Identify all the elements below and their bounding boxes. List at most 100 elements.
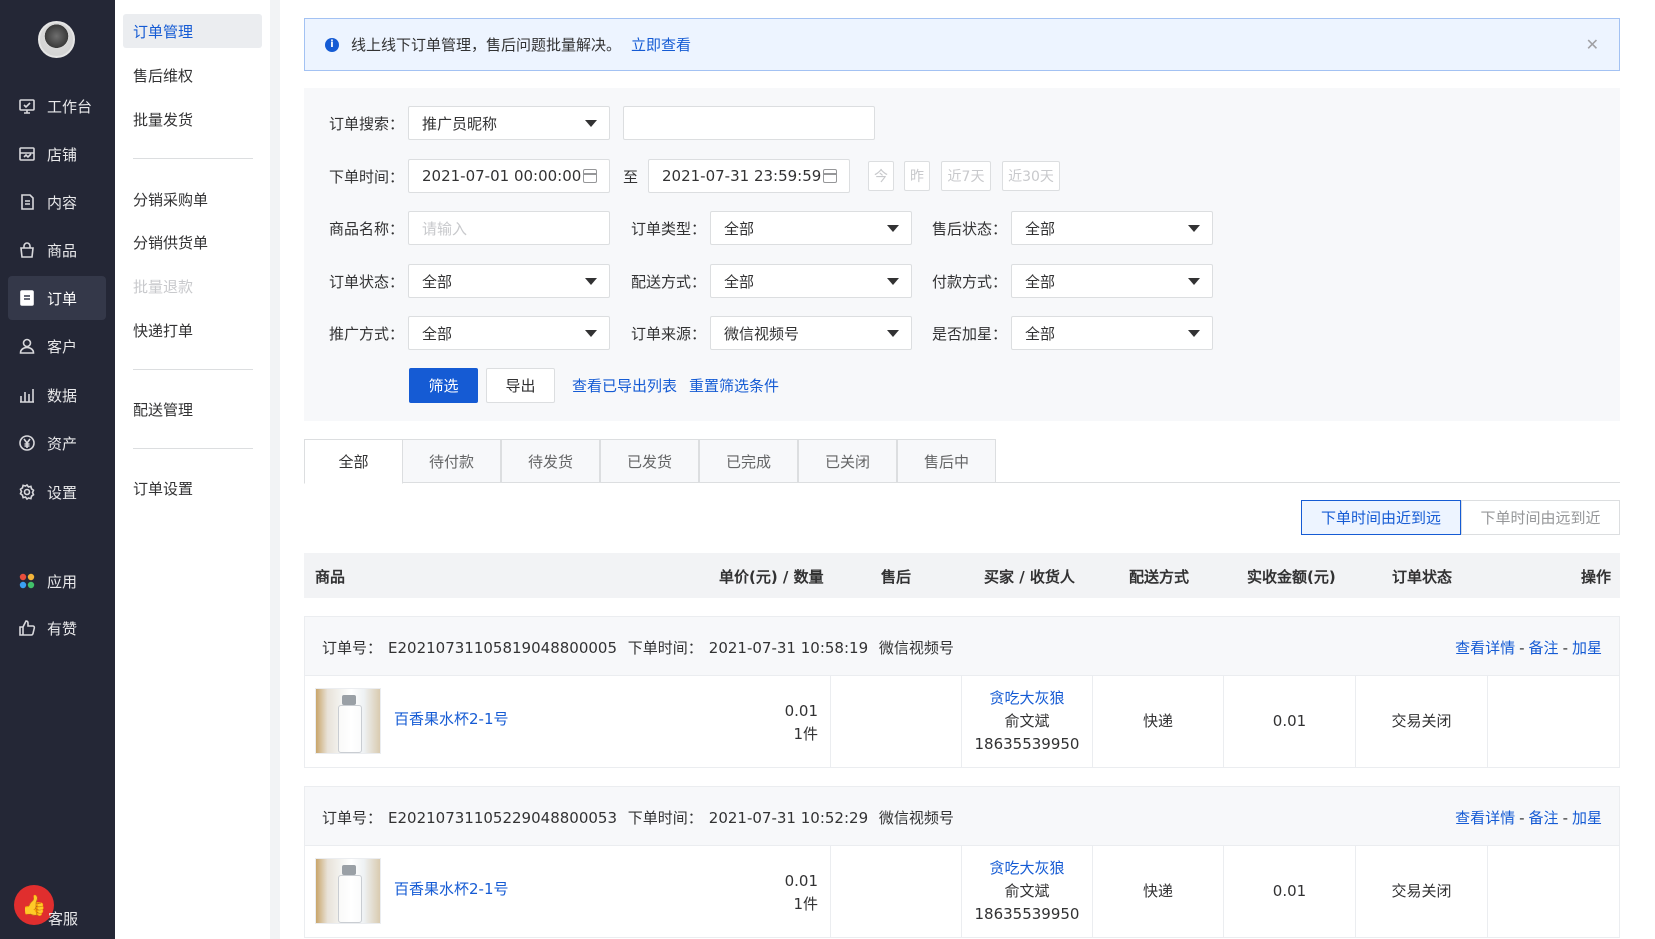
view-exported-link[interactable]: 查看已导出列表 [572,375,677,396]
order-source-select[interactable]: 微信视频号 [710,316,912,350]
export-button[interactable]: 导出 [486,368,555,403]
order-status: 交易关闭 [1391,712,1452,730]
order-type-label: 订单类型： [630,220,706,238]
submenu-batch-ship[interactable]: 批量发货 [123,102,262,136]
quick-yesterday-button[interactable]: 昨 [904,161,930,191]
submenu-distribution-purchase[interactable]: 分销采购单 [123,182,262,216]
separator: - [1562,639,1568,657]
quick-30days-button[interactable]: 近30天 [1002,161,1060,191]
buyer-name-link[interactable]: 贪吃大灰狼 [989,857,1064,880]
price-qty: 0.01 1件 [785,870,818,916]
separator: - [1519,639,1525,657]
reset-filter-link[interactable]: 重置筛选条件 [689,375,779,396]
aftersale-status-label: 售后状态： [931,220,1007,238]
nav-item-shop[interactable]: 店铺 [8,132,106,176]
notice-link[interactable]: 立即查看 [631,34,691,55]
star-link[interactable]: 加星 [1572,809,1602,827]
tab-closed[interactable]: 已关闭 [798,439,897,483]
submenu-distribution-supply[interactable]: 分销供货单 [123,225,262,259]
nav-item-workbench[interactable]: 工作台 [8,84,106,128]
star-link[interactable]: 加星 [1572,639,1602,657]
product-name-link[interactable]: 百香果水杯2-1号 [394,878,509,899]
nav-item-data[interactable]: 数据 [8,373,106,417]
sort-desc-button[interactable]: 下单时间由近到远 [1301,500,1461,535]
to-label: 至 [623,168,639,186]
nav-item-order[interactable]: 订单 [8,276,106,320]
nav-label: 店铺 [47,145,78,164]
goods-cell: 百香果水杯2-1号 0.01 1件 [305,846,830,937]
tab-shipped[interactable]: 已发货 [600,439,699,483]
order-row: 百香果水杯2-1号 0.01 1件 贪吃大灰狼 俞文斌 18635539950 … [305,846,1619,937]
order-status: 交易关闭 [1391,882,1452,900]
sort-asc-button[interactable]: 下单时间由远到近 [1461,500,1620,535]
submenu-express-print[interactable]: 快递打单 [123,313,262,347]
goods-name-placeholder: 请输入 [422,219,468,238]
quick-today-button[interactable]: 今 [868,161,894,191]
starred-select[interactable]: 全部 [1011,316,1213,350]
view-detail-link[interactable]: 查看详情 [1455,639,1515,657]
customer-icon [18,337,36,355]
pay-method-select[interactable]: 全部 [1011,264,1213,298]
goods-icon [18,241,36,259]
note-link[interactable]: 备注 [1529,639,1559,657]
select-value: 推广员昵称 [422,114,498,133]
delivery-cell: 快递 [1092,846,1223,937]
caret-down-icon [585,120,597,127]
promo-select[interactable]: 全部 [408,316,610,350]
nav-label: 订单 [47,289,78,308]
nav-item-asset[interactable]: 资产 [8,421,106,465]
nav-item-apps[interactable]: 应用 [8,559,106,603]
search-input[interactable] [623,106,875,140]
col-buyer: 买家 / 收货人 [984,568,1075,586]
settings-icon [18,483,36,501]
goods-name-input[interactable]: 请输入 [408,211,610,245]
select-value: 全部 [724,272,755,291]
quick-7days-button[interactable]: 近7天 [941,161,991,191]
note-link[interactable]: 备注 [1529,809,1559,827]
nav-item-youzan[interactable]: 有赞 [8,606,106,650]
nav-item-goods[interactable]: 商品 [8,228,106,272]
buyer-name-link[interactable]: 贪吃大灰狼 [989,687,1064,710]
table-header: 商品 单价(元) / 数量 售后 买家 / 收货人 配送方式 实收金额(元) 订… [304,553,1620,598]
promo-label: 推广方式： [328,325,404,343]
select-value: 全部 [1025,219,1056,238]
view-detail-link[interactable]: 查看详情 [1455,809,1515,827]
order-header: 订单号： E20210731105819048800005 下单时间： 2021-0… [305,617,1619,676]
order-source: 微信视频号 [878,809,954,827]
aftersale-status-select[interactable]: 全部 [1011,211,1213,245]
submenu-divider [133,158,253,159]
submenu-order-settings[interactable]: 订单设置 [123,471,262,505]
product-thumbnail[interactable] [315,688,381,754]
caret-down-icon [585,330,597,337]
submenu-order-manage[interactable]: 订单管理 [123,14,262,48]
submenu-delivery-manage[interactable]: 配送管理 [123,392,262,426]
tab-all[interactable]: 全部 [304,439,403,484]
col-ops: 操作 [1581,568,1612,586]
receiver-phone: 18635539950 [974,905,1080,923]
filter-button[interactable]: 筛选 [409,368,478,403]
product-thumbnail[interactable] [315,858,381,924]
nav-item-settings[interactable]: 设置 [8,470,106,514]
submenu-aftersale[interactable]: 售后维权 [123,58,262,92]
nav-label: 工作台 [47,97,93,116]
tab-pending-payment[interactable]: 待付款 [402,439,501,483]
ops-cell [1487,846,1619,937]
tab-pending-shipment[interactable]: 待发货 [501,439,600,483]
thumbs-up-icon [18,619,36,637]
start-time-input[interactable]: 2021-07-01 00:00:00 [408,159,610,193]
product-name-link[interactable]: 百香果水杯2-1号 [394,708,509,729]
data-icon [18,386,36,404]
order-status-select[interactable]: 全部 [408,264,610,298]
tab-completed[interactable]: 已完成 [699,439,798,483]
search-type-select[interactable]: 推广员昵称 [408,106,610,140]
end-time-input[interactable]: 2021-07-31 23:59:59 [648,159,850,193]
close-icon[interactable]: ✕ [1586,35,1599,54]
goods-cell: 百香果水杯2-1号 0.01 1件 [305,676,830,767]
tab-aftersale[interactable]: 售后中 [897,439,996,483]
goods-name-label: 商品名称： [328,220,404,238]
delivery-select[interactable]: 全部 [710,264,912,298]
avatar[interactable] [38,21,75,58]
nav-item-customer[interactable]: 客户 [8,324,106,368]
nav-item-content[interactable]: 内容 [8,180,106,224]
order-type-select[interactable]: 全部 [710,211,912,245]
